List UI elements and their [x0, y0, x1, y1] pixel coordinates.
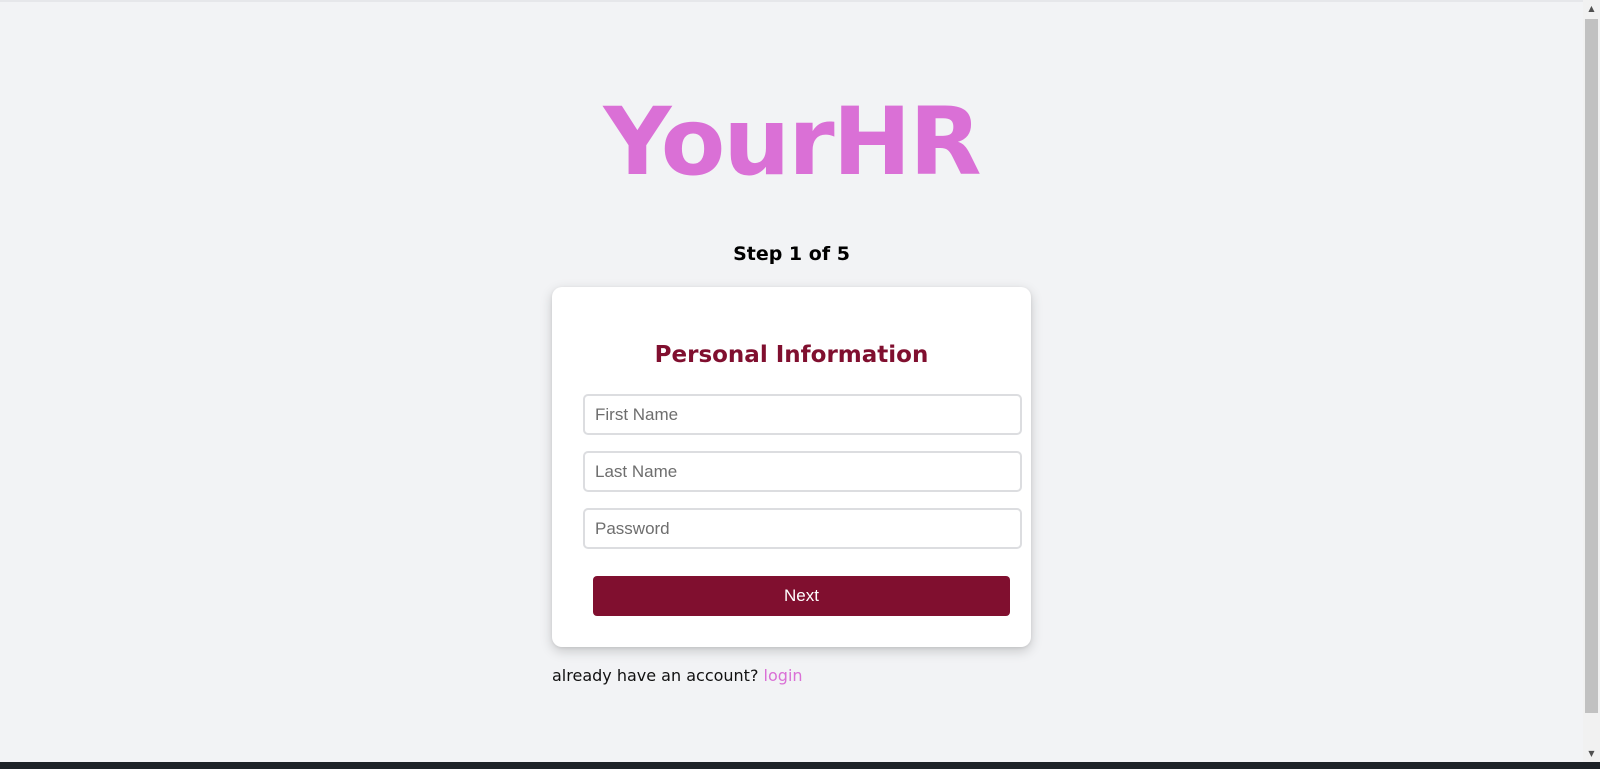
password-input[interactable] [583, 508, 1022, 549]
login-prompt: already have an account? login [552, 666, 803, 685]
taskbar-edge [0, 762, 1600, 769]
login-prompt-text: already have an account? [552, 666, 759, 685]
next-button[interactable]: Next [593, 576, 1010, 616]
vertical-scrollbar[interactable]: ▲ ▼ [1583, 0, 1600, 762]
scroll-down-arrow-icon[interactable]: ▼ [1583, 745, 1600, 762]
login-link[interactable]: login [764, 666, 803, 685]
signup-page: YourHR Step 1 of 5 Personal Information … [0, 0, 1583, 762]
scroll-thumb[interactable] [1585, 19, 1598, 713]
first-name-input[interactable] [583, 394, 1022, 435]
scroll-up-arrow-icon[interactable]: ▲ [1583, 0, 1600, 17]
last-name-input[interactable] [583, 451, 1022, 492]
brand-logo: YourHR [603, 88, 981, 197]
step-indicator: Step 1 of 5 [733, 243, 850, 265]
form-title: Personal Information [654, 342, 929, 368]
personal-info-card: Personal Information Next [552, 287, 1031, 647]
